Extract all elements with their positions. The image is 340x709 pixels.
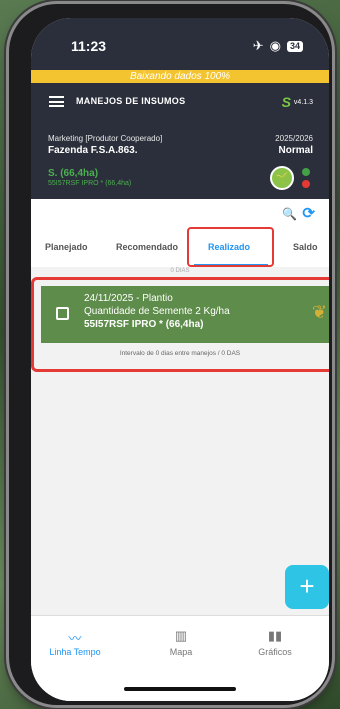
record-checkbox[interactable] [56,307,69,320]
wifi-icon: ◉ [269,38,281,53]
status-light-icon [302,168,310,188]
page-title: MANEJOS DE INSUMOS [76,96,186,106]
nav-label: Gráficos [258,647,292,657]
nav-graficos[interactable]: ▮▮ Gráficos [235,628,315,657]
soy-pod-icon: ❦ [311,302,327,322]
tab-saldo[interactable]: Saldo [293,242,318,252]
bottom-navigation: 〰 Linha Tempo ▥ Mapa ▮▮ Gráficos [31,615,329,701]
phone-frame: 11:23 ✈ ◉ 34 Baixando dados 100% MANEJOS… [9,4,332,705]
variety-label: 55I57RSF IPRO * (66,4ha) [48,180,132,187]
tab-recomendado[interactable]: Recomendado [116,242,178,252]
field-area[interactable]: S. (66,4ha) [48,168,98,179]
tab-bar: Planejado Recomendado Realizado Saldo [31,229,329,267]
chart-icon: ▮▮ [267,628,283,643]
tab-highlight-box [187,227,274,267]
record-date-operation: 24/11/2025 - Plantio [84,293,173,304]
search-icon[interactable]: 🔍 [282,207,297,221]
record-quantity: Quantidade de Semente 2 Kg/ha [84,306,230,317]
toolbar: 🔍 ⟳ [31,199,329,229]
interval-text: Intervalo de 0 dias entre manejos / 0 DA… [119,350,241,357]
hamburger-menu-icon[interactable] [49,96,64,107]
nav-linha-tempo[interactable]: 〰 Linha Tempo [35,628,115,657]
app-header: MANEJOS DE INSUMOS S v4.1.3 Marketing [P… [31,83,329,199]
app-screen: 11:23 ✈ ◉ 34 Baixando dados 100% MANEJOS… [31,18,329,701]
sync-banner: Baixando dados 100% [31,70,329,83]
farm-name[interactable]: Fazenda F.S.A.863. [48,145,137,156]
app-logo-icon: S [281,94,291,110]
days-label: 0 DIAS [170,268,190,274]
soy-crop-icon[interactable]: 🌱 [270,166,294,190]
status-icons: ✈ ◉ 34 [253,38,303,54]
record-variety: 55I57RSF IPRO * (66,4ha) [84,319,204,330]
main-content: 🔍 ⟳ Planejado Recomendado Realizado Sald… [31,199,329,615]
season-label: 2025/2026 [275,134,313,143]
nav-mapa[interactable]: ▥ Mapa [141,628,221,657]
app-version: S v4.1.3 [282,94,313,110]
user-role: Marketing [Produtor Cooperado] [48,134,163,143]
status-time: 11:23 [71,38,107,54]
add-record-button[interactable]: + [285,565,329,609]
home-indicator[interactable] [124,687,236,691]
nav-label: Linha Tempo [49,647,101,657]
record-card[interactable]: 24/11/2025 - Plantio Quantidade de Semen… [41,286,329,343]
version-label: v4.1.3 [293,98,313,106]
timeline-icon: 〰 [68,631,82,646]
tab-planejado[interactable]: Planejado [45,242,88,252]
map-icon: ▥ [174,628,188,643]
battery-icon: 34 [286,40,303,52]
season-status: Normal [278,145,313,156]
refresh-icon[interactable]: ⟳ [302,204,315,222]
status-bar: 11:23 ✈ ◉ 34 [31,18,329,70]
airplane-icon: ✈ [252,38,264,53]
nav-label: Mapa [169,647,193,657]
